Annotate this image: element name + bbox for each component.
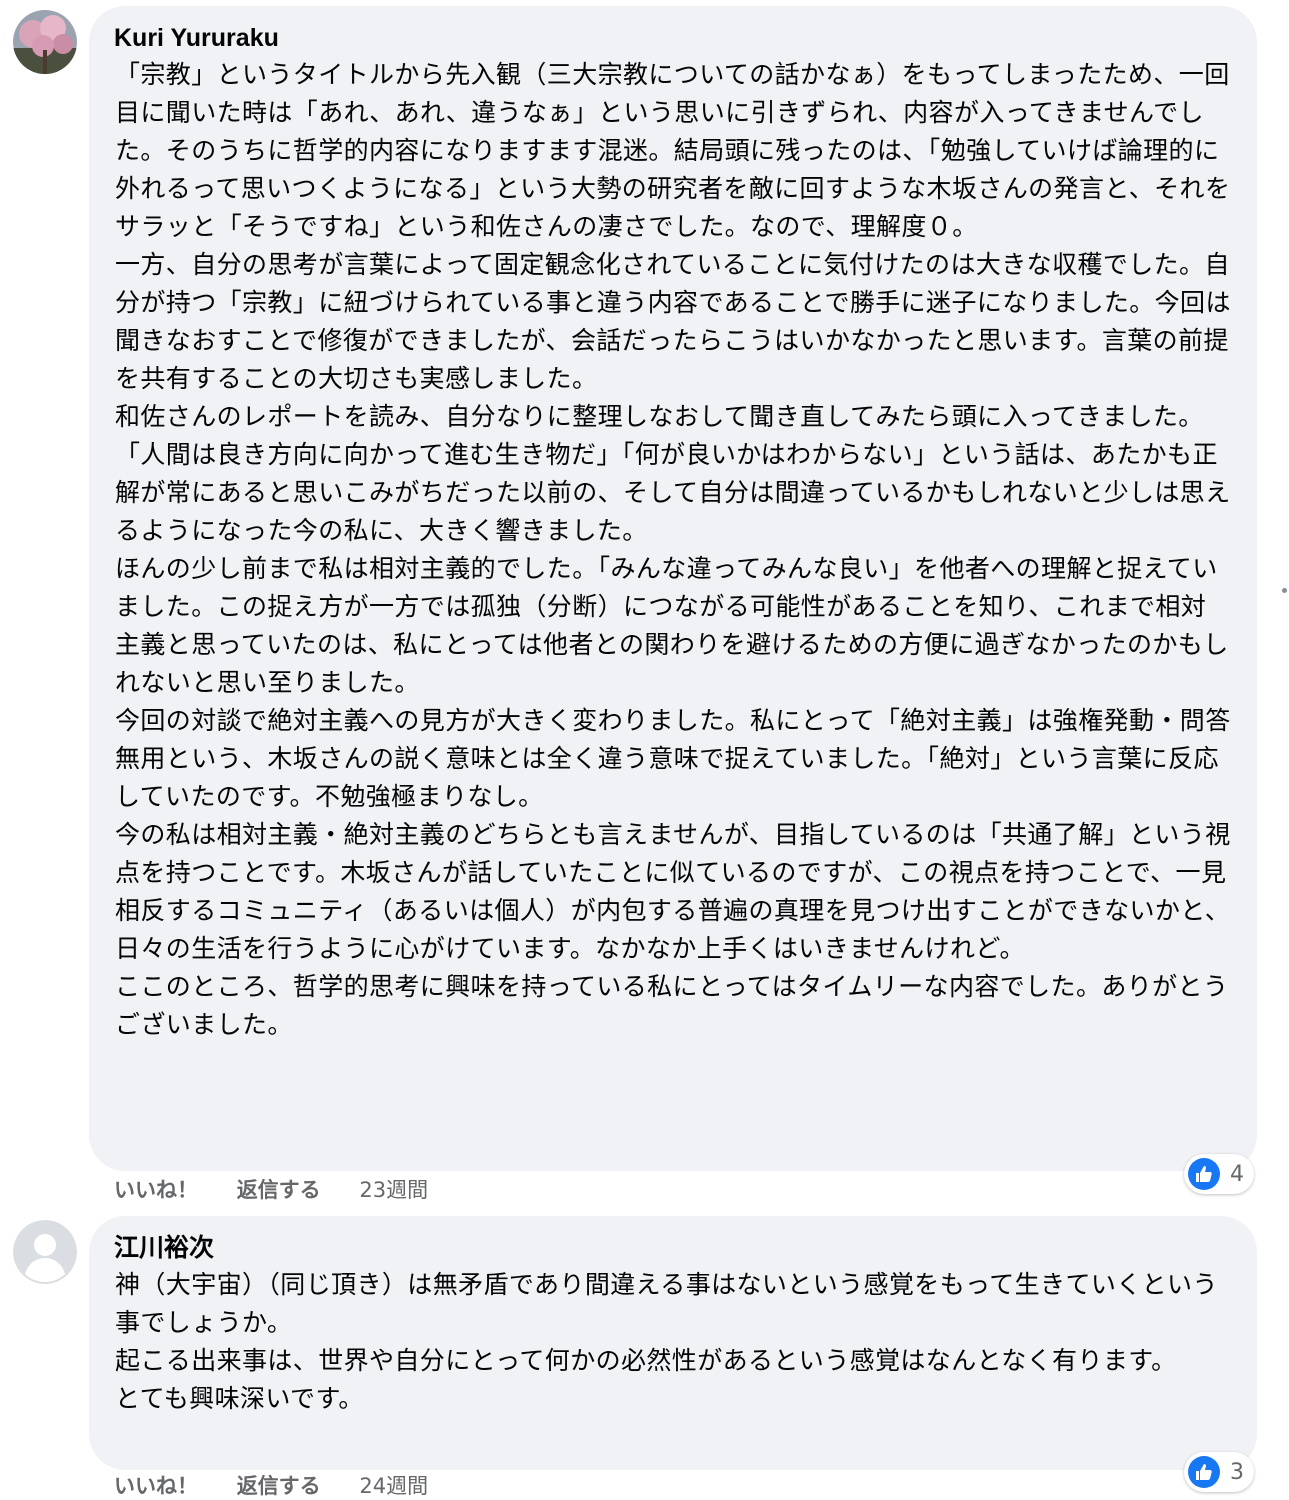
comment-body: 「宗教」というタイトルから先入観（三大宗教についての話かなぁ）をもってしまったた… bbox=[115, 56, 1231, 1044]
reaction-badge[interactable]: 3 bbox=[1184, 1452, 1254, 1492]
scroll-indicator bbox=[1282, 588, 1287, 593]
thumbs-up-icon bbox=[1188, 1158, 1220, 1190]
reaction-count: 4 bbox=[1230, 1161, 1244, 1187]
comment-paragraph: 起こる出来事は、世界や自分にとって何かの必然性があるという感覚はなんとなく有りま… bbox=[115, 1346, 1177, 1375]
comment-author[interactable]: 江川裕次 bbox=[114, 1232, 1231, 1264]
comment-paragraph: 今の私は相対主義・絶対主義のどちらとも言えませんが、目指しているのは「共通了解」… bbox=[115, 820, 1231, 963]
like-button[interactable]: いいね！ bbox=[114, 1472, 198, 1500]
reaction-badge[interactable]: 4 bbox=[1184, 1154, 1254, 1194]
timestamp[interactable]: 24週間 bbox=[359, 1472, 428, 1500]
thumbs-up-icon bbox=[1188, 1456, 1220, 1488]
comment-paragraph: 今回の対談で絶対主義への見方が大きく変わりました。私にとって「絶対主義」は強権発… bbox=[115, 706, 1231, 811]
like-button[interactable]: いいね！ bbox=[114, 1176, 198, 1204]
reply-button[interactable]: 返信する bbox=[237, 1472, 321, 1500]
comment-bubble: Kuri Yururaku 「宗教」というタイトルから先入観（三大宗教についての… bbox=[89, 6, 1257, 1171]
comment-paragraph: ほんの少し前まで私は相対主義的でした。「みんな違ってみんな良い」を他者への理解と… bbox=[115, 554, 1229, 697]
reaction-count: 3 bbox=[1230, 1459, 1244, 1485]
comment-body: 神（大宇宙）（同じ頂き）は無矛盾であり間違える事はないという感覚をもって生きてい… bbox=[115, 1266, 1231, 1418]
comment-paragraph: 和佐さんのレポートを読み、自分なりに整理しなおして聞き直してみたら頭に入ってきま… bbox=[115, 402, 1204, 431]
comment-actions: いいね！ 返信する 23週間 bbox=[114, 1176, 460, 1204]
comment-paragraph: 一方、自分の思考が言葉によって固定観念化されていることに気付けたのは大きな収穫で… bbox=[115, 250, 1231, 393]
comment-paragraph: 「人間は良き方向に向かって進む生き物だ」「何が良いかはわからない」という話は、あ… bbox=[115, 440, 1231, 545]
avatar[interactable] bbox=[13, 10, 77, 74]
reply-button[interactable]: 返信する bbox=[237, 1176, 321, 1204]
comment-actions: いいね！ 返信する 24週間 bbox=[114, 1472, 460, 1500]
comment-paragraph: ここのところ、哲学的思考に興味を持っている私にとってはタイムリーな内容でした。あ… bbox=[115, 972, 1229, 1039]
avatar[interactable] bbox=[13, 1220, 77, 1284]
default-user-avatar-icon bbox=[13, 1220, 77, 1284]
comment-bubble: 江川裕次 神（大宇宙）（同じ頂き）は無矛盾であり間違える事はないという感覚をもっ… bbox=[89, 1216, 1257, 1470]
comment-paragraph: 「宗教」というタイトルから先入観（三大宗教についての話かなぁ）をもってしまったた… bbox=[115, 60, 1231, 241]
timestamp[interactable]: 23週間 bbox=[359, 1176, 428, 1204]
comment-paragraph: とても興味深いです。 bbox=[115, 1384, 364, 1413]
cherry-blossom-photo-icon bbox=[13, 10, 77, 74]
comment-paragraph: 神（大宇宙）（同じ頂き）は無矛盾であり間違える事はないという感覚をもって生きてい… bbox=[115, 1270, 1218, 1337]
comment-author[interactable]: Kuri Yururaku bbox=[114, 22, 1231, 54]
